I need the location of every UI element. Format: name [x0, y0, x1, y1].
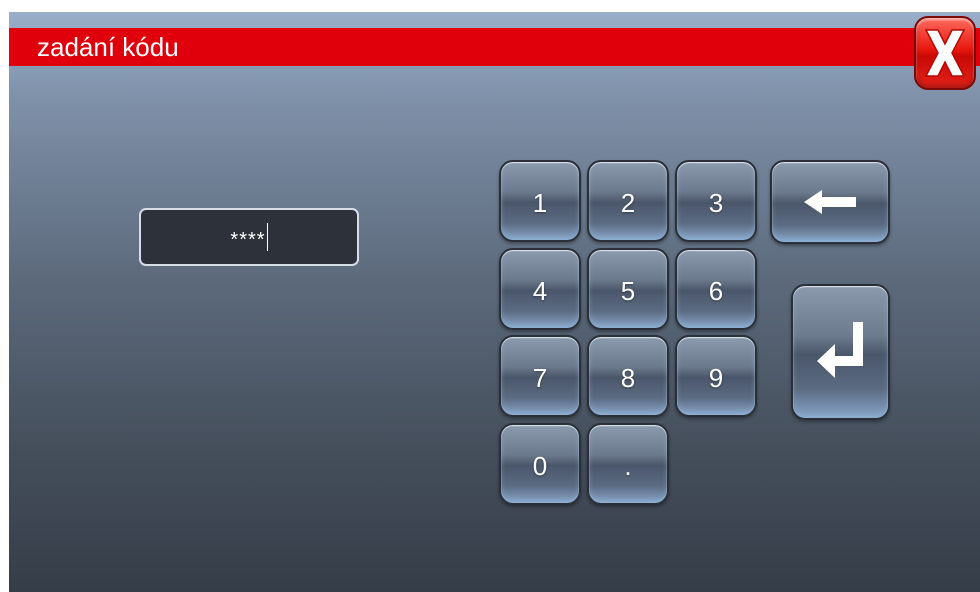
- key-1[interactable]: 1: [499, 160, 581, 242]
- key-9-label: 9: [708, 362, 724, 393]
- enter-return-icon: [816, 322, 863, 378]
- close-button[interactable]: [914, 16, 976, 90]
- code-input[interactable]: ****: [139, 208, 359, 266]
- backspace-button[interactable]: [770, 160, 890, 244]
- key-2[interactable]: 2: [587, 160, 669, 242]
- key-7-label: 7: [532, 362, 548, 393]
- key-8[interactable]: 8: [587, 335, 669, 417]
- key-9[interactable]: 9: [675, 335, 757, 417]
- key-2-label: 2: [620, 187, 636, 218]
- key-0-label: 0: [532, 450, 548, 481]
- key-decimal-label: .: [624, 450, 632, 481]
- key-1-label: 1: [532, 187, 548, 218]
- key-decimal[interactable]: .: [587, 423, 669, 505]
- window-title: zadání kódu: [37, 32, 179, 62]
- key-6-label: 6: [708, 275, 724, 306]
- key-5-label: 5: [620, 275, 636, 306]
- key-8-label: 8: [620, 362, 636, 393]
- code-input-value: ****: [230, 228, 266, 251]
- key-3[interactable]: 3: [675, 160, 757, 242]
- arrow-left-icon: [804, 190, 856, 214]
- title-bar: zadání kódu: [9, 28, 980, 66]
- key-5[interactable]: 5: [587, 248, 669, 330]
- key-7[interactable]: 7: [499, 335, 581, 417]
- screen: zadání kódu **** 1 2 3 4 5 6 7 8 9 0 .: [9, 12, 980, 592]
- text-caret: [266, 223, 268, 251]
- key-3-label: 3: [708, 187, 724, 218]
- key-4-label: 4: [532, 275, 548, 306]
- key-6[interactable]: 6: [675, 248, 757, 330]
- key-0[interactable]: 0: [499, 423, 581, 505]
- enter-button[interactable]: [791, 284, 890, 420]
- key-4[interactable]: 4: [499, 248, 581, 330]
- close-x-icon: [924, 29, 966, 77]
